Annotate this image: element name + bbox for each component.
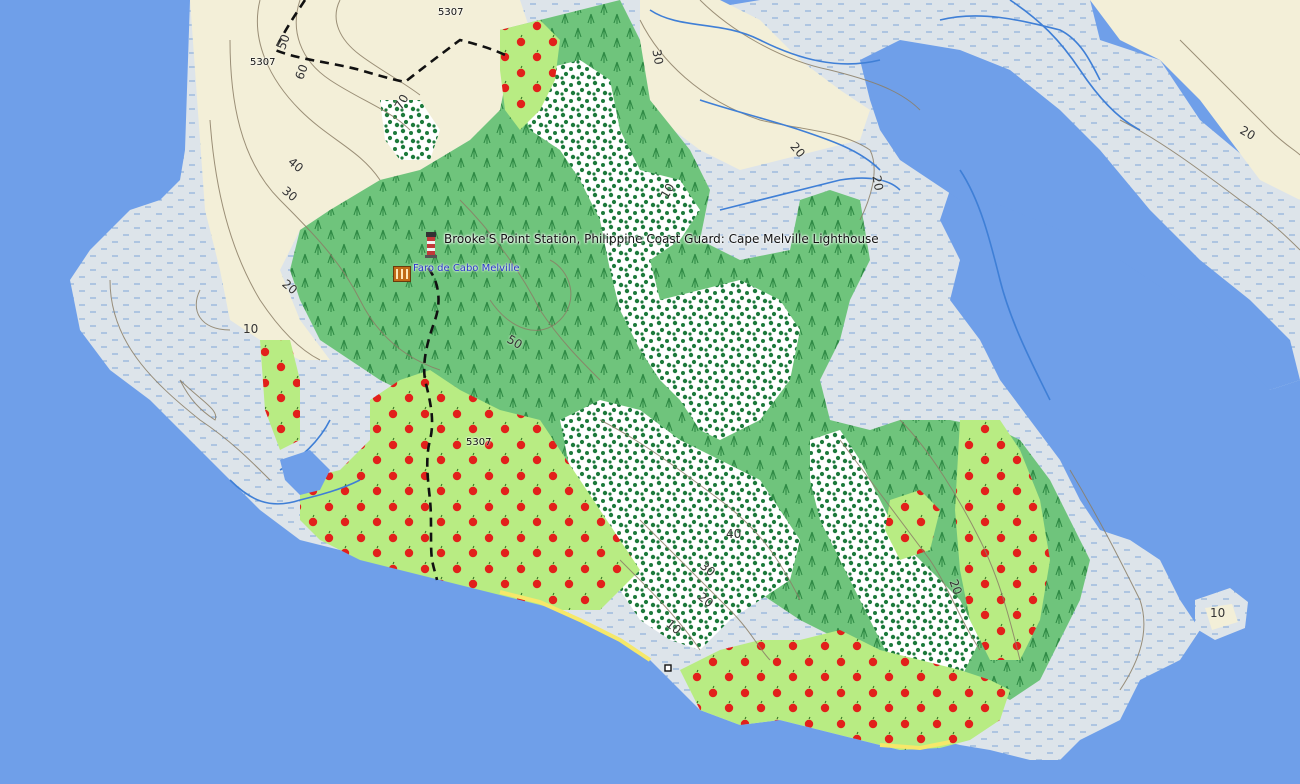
poi-label-faro: Faro de Cabo Melville: [413, 263, 520, 274]
contour-label: 10: [1210, 606, 1226, 620]
road-ref-label: 5307: [466, 437, 492, 448]
contour-label: 40: [726, 527, 742, 541]
map-canvas[interactable]: Brooke'S Point Station, Philippine Coast…: [0, 0, 1300, 780]
historic-building-icon: [393, 266, 411, 282]
waypoint-marker[interactable]: [664, 664, 672, 672]
contour-label: 30: [649, 48, 666, 66]
lighthouse-icon: [425, 232, 437, 258]
contour-label: 10: [243, 322, 259, 336]
contour-label: 20: [869, 174, 886, 192]
road-ref-label: 5307: [250, 57, 276, 68]
map-svg[interactable]: [0, 0, 1300, 780]
road-ref-label: 5307: [438, 7, 464, 18]
poi-label-lighthouse: Brooke'S Point Station, Philippine Coast…: [444, 232, 879, 246]
